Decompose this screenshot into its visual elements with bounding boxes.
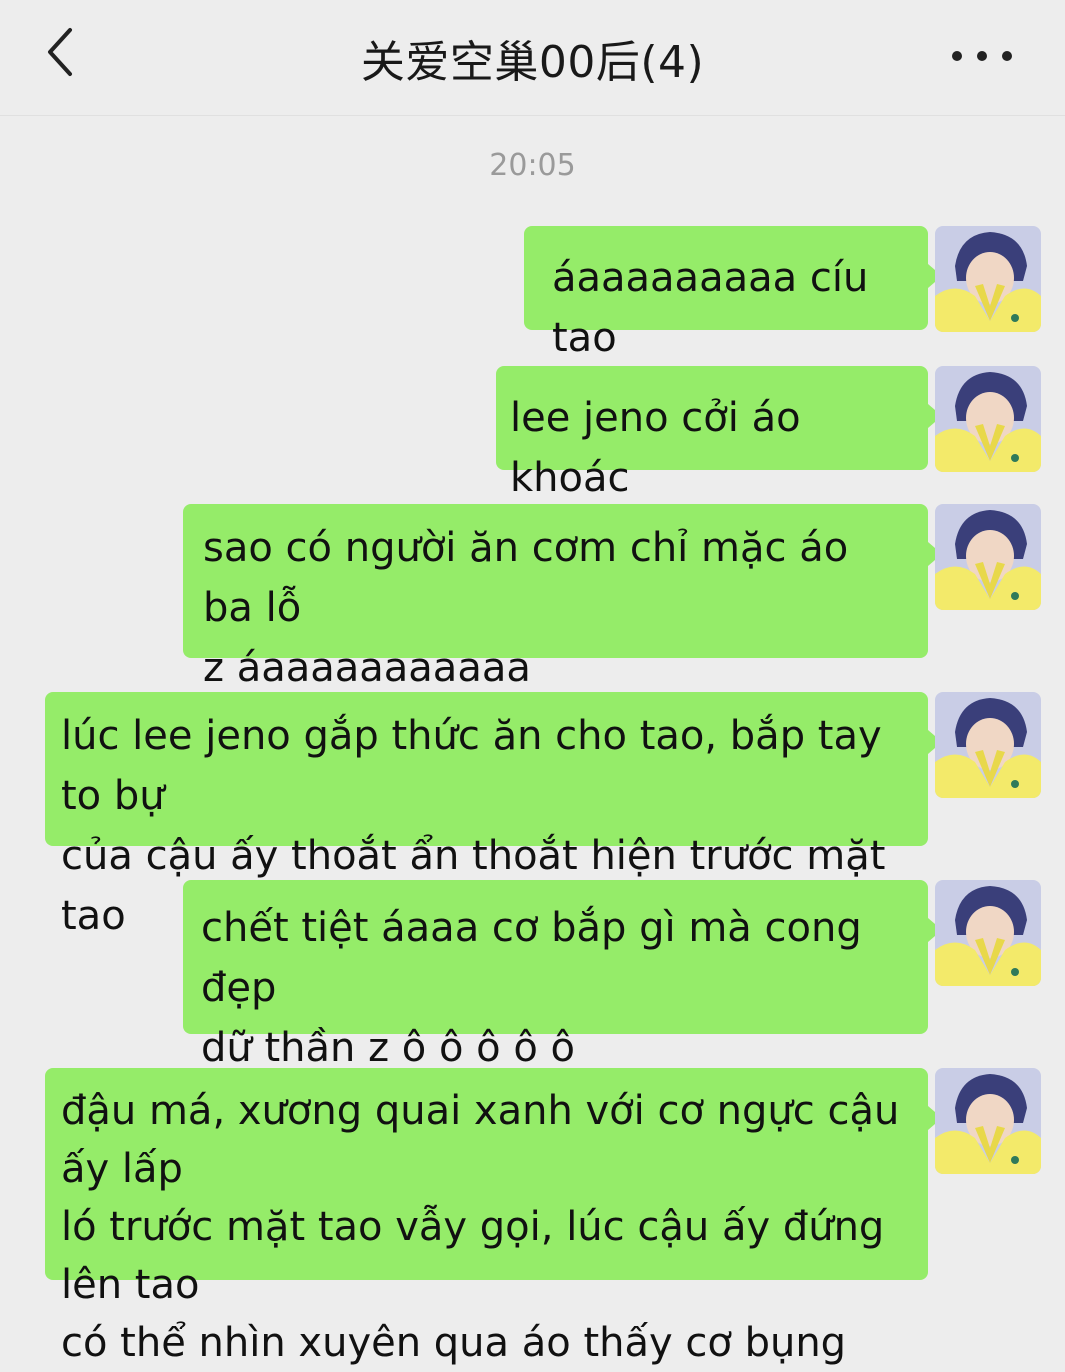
message-bubble[interactable]: đậu má, xương quai xanh với cơ ngực cậu … [45,1068,942,1366]
avatar[interactable] [935,692,1041,798]
chat-title: 关爱空巢00后(4) [360,37,705,88]
avatar[interactable] [935,1068,1041,1174]
avatar-image [935,880,1041,986]
avatar-image [935,692,1041,798]
avatar-image [935,366,1041,472]
more-button[interactable] [947,38,1017,74]
avatar[interactable] [935,366,1041,472]
message-bubble[interactable]: sao có người ăn cơm chỉ mặc áo ba lỗ z á… [183,504,942,691]
message-text: sao có người ăn cơm chỉ mặc áo ba lỗ z á… [203,525,849,691]
more-dots-icon [952,51,1012,61]
message-text: đậu má, xương quai xanh với cơ ngực cậu … [61,1088,900,1366]
message-timestamp: 20:05 [489,148,576,183]
message-bubble[interactable]: lúc lee jeno gắp thức ăn cho tao, bắp ta… [45,692,942,939]
avatar[interactable] [935,504,1041,610]
message-bubble[interactable]: lee jeno cởi áo khoác [496,366,942,501]
message-bubble[interactable]: áaaaaaaaaa cíu tao [524,226,942,361]
message-text: lee jeno cởi áo khoác [510,395,814,501]
avatar[interactable] [935,226,1041,332]
avatar-image [935,226,1041,332]
message-text: chết tiệt áaaa cơ bắp gì mà cong đẹp dữ … [201,905,862,1071]
chat-header: 关爱空巢00后(4) [0,0,1065,116]
message-bubble[interactable]: chết tiệt áaaa cơ bắp gì mà cong đẹp dữ … [183,880,942,1071]
avatar-image [935,1068,1041,1174]
avatar-image [935,504,1041,610]
message-text: áaaaaaaaaa cíu tao [552,255,882,361]
avatar[interactable] [935,880,1041,986]
